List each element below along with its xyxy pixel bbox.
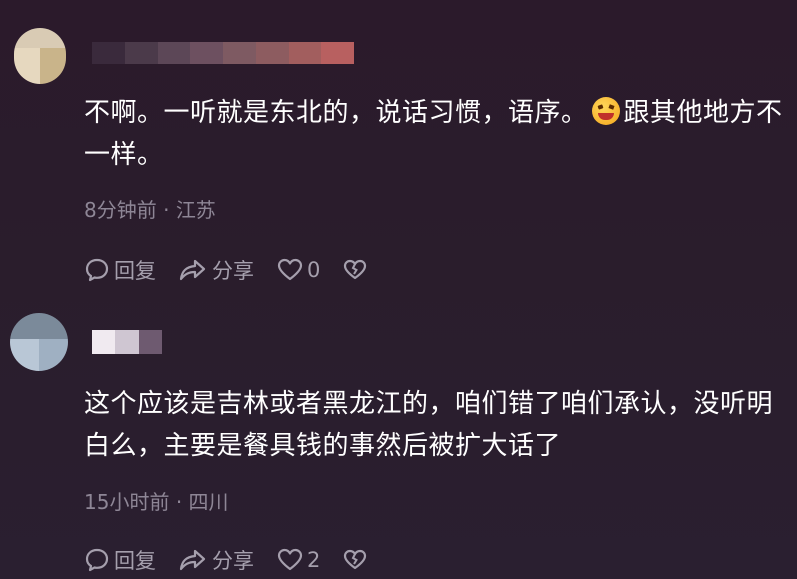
heart-icon xyxy=(277,258,303,281)
dislike-button[interactable] xyxy=(342,257,372,283)
reply-button[interactable]: 回复 xyxy=(84,255,156,285)
share-arrow-icon xyxy=(179,259,206,281)
like-count: 0 xyxy=(307,258,321,282)
share-button[interactable]: 分享 xyxy=(178,545,254,575)
dislike-broken-heart-icon xyxy=(344,259,367,280)
username-censored[interactable] xyxy=(92,42,354,64)
grinning-face-emoji-icon xyxy=(591,97,620,125)
comment-actions: 回复 分享 0 xyxy=(84,255,394,285)
reply-bubble-icon xyxy=(85,258,109,282)
reply-label: 回复 xyxy=(114,549,156,573)
comment-text: 不啊。一听就是东北的，说话习惯，语序。 跟其他地方不一样。 xyxy=(84,97,783,170)
share-label: 分享 xyxy=(212,259,254,283)
avatar[interactable] xyxy=(10,313,68,371)
share-label: 分享 xyxy=(212,549,254,573)
dislike-button[interactable] xyxy=(342,547,372,573)
separator: · xyxy=(175,490,183,514)
reply-bubble-icon xyxy=(85,548,109,572)
comment-time: 15小时前 xyxy=(84,490,170,514)
comment-time: 8分钟前 xyxy=(84,198,157,222)
like-button[interactable]: 0 xyxy=(276,257,320,283)
comment-meta: 8分钟前 · 江苏 xyxy=(84,194,216,223)
comment-location: 江苏 xyxy=(175,198,216,222)
comment-text: 这个应该是吉林或者黑龙江的，咱们错了咱们承认，没听明白么，主要是餐具钱的事然后被… xyxy=(84,389,774,461)
comment-item: 不啊。一听就是东北的，说话习惯，语序。 跟其他地方不一样。 8分钟前 · 江苏 回… xyxy=(0,0,797,300)
share-arrow-icon xyxy=(179,549,206,571)
reply-button[interactable]: 回复 xyxy=(84,545,156,575)
heart-icon xyxy=(277,548,303,571)
comment-location: 四川 xyxy=(188,490,229,514)
comment-meta: 15小时前 · 四川 xyxy=(84,486,229,515)
avatar[interactable] xyxy=(14,28,66,84)
share-button[interactable]: 分享 xyxy=(178,255,254,285)
dislike-broken-heart-icon xyxy=(344,549,367,570)
like-button[interactable]: 2 xyxy=(276,547,320,573)
like-count: 2 xyxy=(307,548,321,572)
comment-actions: 回复 分享 2 xyxy=(84,545,394,575)
comment-item: 这个应该是吉林或者黑龙江的，咱们错了咱们承认，没听明白么，主要是餐具钱的事然后被… xyxy=(0,300,797,579)
reply-label: 回复 xyxy=(114,259,156,283)
username-censored[interactable] xyxy=(92,330,162,354)
separator: · xyxy=(163,198,170,222)
